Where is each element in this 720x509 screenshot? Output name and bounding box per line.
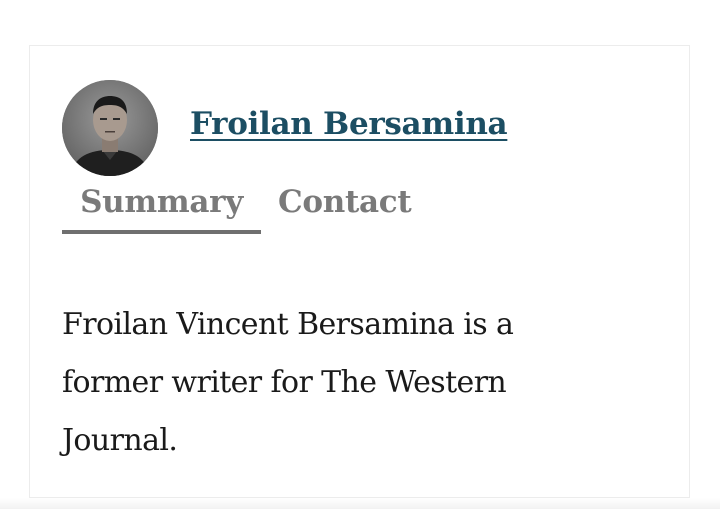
- tab-summary-label: Summary: [80, 184, 243, 220]
- page-bottom-edge: [0, 498, 720, 509]
- page: Froilan Bersamina Summary Contact Froila…: [0, 0, 720, 509]
- tab-contact-label: Contact: [278, 184, 412, 220]
- tab-summary[interactable]: Summary: [62, 180, 261, 224]
- tab-contact[interactable]: Contact: [278, 180, 412, 224]
- author-name-link[interactable]: Froilan Bersamina: [190, 104, 508, 144]
- avatar-photo-icon: [62, 80, 158, 176]
- active-tab-indicator: [62, 230, 261, 234]
- author-avatar: [62, 80, 158, 176]
- author-summary: Froilan Vincent Bersamina is a former wr…: [62, 307, 514, 458]
